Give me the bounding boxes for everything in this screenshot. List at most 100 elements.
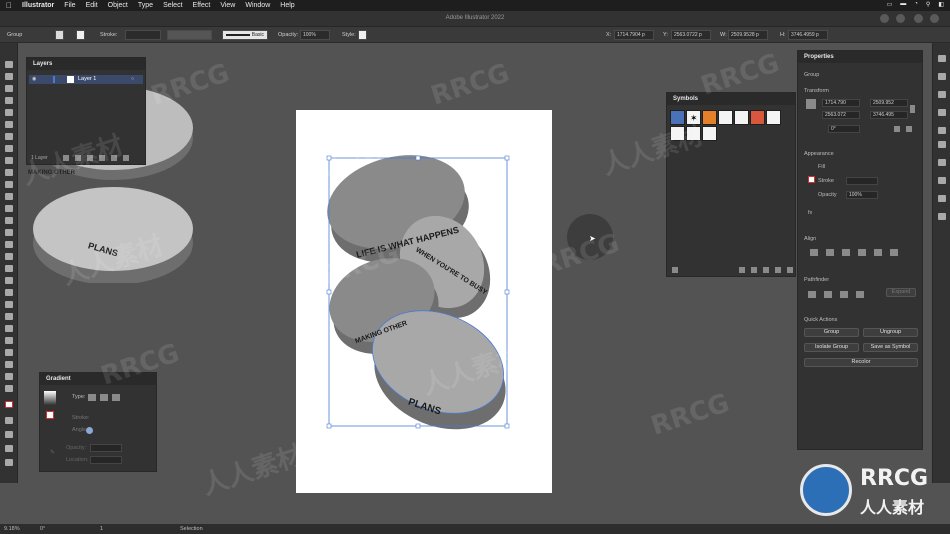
hand-tool-icon[interactable] [5, 373, 13, 380]
minus-front-icon[interactable] [824, 291, 832, 298]
visibility-icon[interactable]: ◉ [32, 76, 36, 82]
handle-top-right[interactable] [504, 155, 510, 161]
flip-vertical-icon[interactable] [906, 126, 912, 132]
rotate-tool-icon[interactable] [5, 205, 13, 212]
search-icon[interactable]: ⚲ [926, 1, 930, 8]
stroke-weight-field[interactable] [846, 177, 878, 185]
arrange-documents-icon[interactable] [896, 14, 905, 23]
y-field[interactable]: 2563.0722 p [671, 30, 711, 40]
battery-icon[interactable]: ▬ [900, 1, 906, 8]
handle-bottom-right[interactable] [504, 423, 510, 429]
w-field[interactable]: 2509.9528 p [728, 30, 768, 40]
type-tool-icon[interactable] [5, 133, 13, 140]
pen-tool-icon[interactable] [5, 109, 13, 116]
menu-type[interactable]: Type [138, 2, 153, 9]
menu-view[interactable]: View [220, 2, 235, 9]
symbol-sprayer-tool-icon[interactable] [5, 325, 13, 332]
expand-button[interactable]: Expand [886, 288, 916, 297]
eraser-tool-icon[interactable] [5, 193, 13, 200]
symbol-swatch-10[interactable] [702, 126, 717, 141]
layers-panel-title[interactable]: Layers [27, 58, 145, 70]
symbol-options-icon[interactable] [763, 267, 769, 273]
break-link-icon[interactable] [751, 267, 757, 273]
prop-align-top-icon[interactable] [858, 249, 866, 256]
brush-definition[interactable]: Basic [222, 30, 268, 40]
prop-x-field[interactable]: 1714.790 [822, 99, 860, 107]
prop-align-middle-icon[interactable] [874, 249, 882, 256]
share-icon[interactable] [914, 14, 923, 23]
stroke-dock-icon[interactable] [938, 127, 946, 134]
symbol-swatch-7[interactable] [766, 110, 781, 125]
linear-gradient-icon[interactable] [88, 394, 96, 401]
eyedropper-icon[interactable]: ✎ [50, 449, 55, 456]
stroke-weight-field[interactable] [125, 30, 161, 40]
radial-gradient-icon[interactable] [100, 394, 108, 401]
opacity-field[interactable]: 100% [846, 191, 878, 199]
place-symbol-icon[interactable] [739, 267, 745, 273]
slice-tool-icon[interactable] [5, 361, 13, 368]
prop-w-field[interactable]: 2509.952 [870, 99, 908, 107]
menu-file[interactable]: File [64, 2, 75, 9]
prop-align-left-icon[interactable] [810, 249, 818, 256]
opacity-field[interactable]: 100% [300, 30, 330, 40]
save-as-symbol-button[interactable]: Save as Symbol [863, 343, 918, 352]
properties-panel-title[interactable]: Properties [798, 51, 922, 63]
artboard-number[interactable]: 1 [100, 526, 103, 532]
gradient-fill-stroke-icon[interactable] [46, 411, 54, 419]
magic-wand-tool-icon[interactable] [5, 85, 13, 92]
symbol-swatch-5[interactable] [734, 110, 749, 125]
column-graph-tool-icon[interactable] [5, 337, 13, 344]
flip-horizontal-icon[interactable] [894, 126, 900, 132]
menu-edit[interactable]: Edit [86, 2, 98, 9]
variable-width-profile[interactable] [167, 30, 212, 40]
reference-point-icon[interactable] [806, 99, 816, 109]
swatches-dock-icon[interactable] [938, 159, 946, 166]
app-name[interactable]: Illustrator [22, 2, 54, 9]
rotation-value[interactable]: 0° [40, 526, 45, 532]
prop-align-right-icon[interactable] [842, 249, 850, 256]
layers-dock-icon[interactable] [938, 91, 946, 98]
gradient-location-field[interactable] [90, 456, 122, 464]
paintbrush-tool-icon[interactable] [5, 169, 13, 176]
ellipse-tool-icon[interactable] [5, 157, 13, 164]
freeform-gradient-icon[interactable] [112, 394, 120, 401]
perspective-grid-tool-icon[interactable] [5, 265, 13, 272]
handle-bottom-center[interactable] [415, 423, 421, 429]
brushes-dock-icon[interactable] [938, 109, 946, 116]
isolate-group-button[interactable]: Isolate Group [804, 343, 859, 352]
artboards-dock-icon[interactable] [938, 195, 946, 202]
symbol-swatch-6[interactable] [750, 110, 765, 125]
prop-align-bottom-icon[interactable] [890, 249, 898, 256]
gradient-swatch[interactable] [44, 391, 56, 405]
color-dock-icon[interactable] [938, 141, 946, 148]
fill-swatch[interactable] [55, 30, 64, 40]
stroke-swatch-icon[interactable] [808, 176, 815, 183]
menu-object[interactable]: Object [108, 2, 128, 9]
mesh-tool-icon[interactable] [5, 277, 13, 284]
stroke-swatch[interactable] [76, 30, 85, 40]
control-center-icon[interactable]: ◧ [938, 1, 944, 8]
graphic-style-swatch[interactable] [358, 30, 367, 40]
rotate-field[interactable]: 0° [828, 125, 860, 133]
constrain-proportions-icon[interactable] [910, 105, 915, 113]
delete-symbol-icon[interactable] [787, 267, 793, 273]
menu-select[interactable]: Select [163, 2, 182, 9]
wifi-icon[interactable]: ◔ [914, 1, 918, 8]
draw-mode-icon[interactable] [5, 431, 13, 438]
menu-help[interactable]: Help [280, 2, 294, 9]
prop-align-center-icon[interactable] [826, 249, 834, 256]
apple-icon[interactable]:  [6, 1, 12, 10]
search-help-icon[interactable] [880, 14, 889, 23]
shape-builder-tool-icon[interactable] [5, 253, 13, 260]
pencil-tool-icon[interactable] [5, 181, 13, 188]
free-transform-tool-icon[interactable] [5, 241, 13, 248]
handle-middle-right[interactable] [504, 289, 510, 295]
handle-top-center[interactable] [415, 155, 421, 161]
width-tool-icon[interactable] [5, 229, 13, 236]
curvature-tool-icon[interactable] [5, 121, 13, 128]
blend-tool-icon[interactable] [5, 313, 13, 320]
symbol-libraries-icon[interactable] [672, 267, 678, 273]
fill-stroke-icon[interactable] [5, 401, 13, 408]
fx-label[interactable]: fx [808, 210, 812, 216]
recolor-button[interactable]: Recolor [804, 358, 918, 367]
